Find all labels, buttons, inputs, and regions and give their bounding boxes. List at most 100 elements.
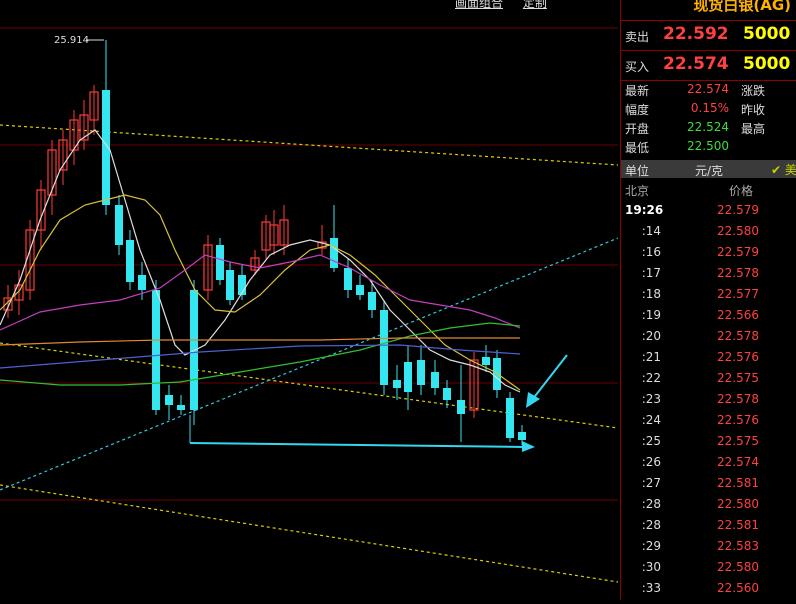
tick-time: :17 <box>641 266 661 280</box>
candle-body <box>431 372 439 388</box>
unit-label: 单位 <box>625 164 650 178</box>
tick-price: 22.578 <box>717 329 759 343</box>
tick-header-price: 价格 <box>729 184 754 198</box>
trendline-cyan <box>0 237 619 491</box>
stat-low: 最低 22.500 <box>621 137 796 155</box>
candle-body <box>216 245 224 280</box>
candle-body <box>344 268 352 290</box>
candle-body <box>443 388 451 400</box>
tick-time: :19 <box>641 308 661 322</box>
tick-time: :29 <box>641 539 661 553</box>
candle-body <box>506 398 514 438</box>
candle-body <box>138 275 146 290</box>
buy-row[interactable]: 买入 22.574 5000 <box>621 52 796 78</box>
stat-label-2: 昨收 <box>741 103 766 117</box>
tick-row: :29 22.583 <box>621 536 796 558</box>
tick-time: :22 <box>641 371 661 385</box>
tick-price: 22.575 <box>717 371 759 385</box>
candle-body <box>368 292 376 310</box>
high-value-label: 25.914 <box>54 35 89 46</box>
stat-label-2: 最高 <box>741 122 766 136</box>
tick-row: :27 22.581 <box>621 473 796 495</box>
divider <box>621 50 796 51</box>
chart-canvas: 25.914 <box>0 27 619 583</box>
sell-label: 卖出 <box>625 30 650 44</box>
tick-price: 22.577 <box>717 287 759 301</box>
candle-body <box>417 360 425 385</box>
tick-row: :30 22.580 <box>621 557 796 579</box>
buy-volume: 5000 <box>743 54 791 74</box>
tick-time: :16 <box>641 245 661 259</box>
tick-price: 22.581 <box>717 476 759 490</box>
tick-row: :28 22.580 <box>621 494 796 516</box>
stat-value: 22.500 <box>687 139 729 153</box>
tick-time: :30 <box>641 560 661 574</box>
support-arrow-head <box>522 441 535 452</box>
tick-header-time: 北京 <box>625 184 650 198</box>
stat-value: 22.574 <box>687 82 729 96</box>
instrument-title: 现货白银(AG) <box>693 0 791 14</box>
candle-body <box>115 205 123 245</box>
tick-time: :26 <box>641 455 661 469</box>
candle-body <box>356 285 364 295</box>
buy-price: 22.574 <box>663 54 729 74</box>
pointer-arrow-head <box>526 392 540 408</box>
tick-time: :24 <box>641 413 661 427</box>
candle-body <box>482 357 490 365</box>
tick-price: 22.579 <box>717 203 759 217</box>
stat-label: 开盘 <box>625 122 650 136</box>
tick-time: :28 <box>641 497 661 511</box>
tick-time: :23 <box>641 392 661 406</box>
stat-label: 最低 <box>625 141 650 155</box>
candle-body <box>393 380 401 388</box>
tick-price: 22.580 <box>717 560 759 574</box>
tick-row: :16 22.579 <box>621 242 796 264</box>
stat-label: 最新 <box>625 84 650 98</box>
unit-row: 单位 元/克 ✔ 美 <box>621 160 796 178</box>
candle-body <box>126 240 134 282</box>
sell-row[interactable]: 卖出 22.592 5000 <box>621 22 796 48</box>
custom-link[interactable]: 定制 <box>523 0 547 10</box>
tick-time: :33 <box>641 581 661 595</box>
candlestick-chart[interactable]: 25.914 画面组合 定制 <box>0 0 619 600</box>
candle-body <box>380 310 388 385</box>
ma-line-white <box>0 129 521 393</box>
tick-row: :19 22.566 <box>621 305 796 327</box>
tick-row: :14 22.580 <box>621 221 796 243</box>
candle-body <box>404 362 412 392</box>
tick-price: 22.575 <box>717 434 759 448</box>
tick-header: 北京 价格 <box>621 180 796 198</box>
tick-time: 19:26 <box>625 203 664 217</box>
tick-row: 19:26 22.579 <box>621 200 796 222</box>
tick-time: :21 <box>641 350 661 364</box>
tick-price: 22.580 <box>717 224 759 238</box>
tick-price: 22.574 <box>717 455 759 469</box>
stat-value: 0.15% <box>690 101 729 115</box>
candle-body <box>177 405 185 410</box>
tick-row: :21 22.576 <box>621 347 796 369</box>
tick-price: 22.578 <box>717 266 759 280</box>
chart-top-links: 画面组合 定制 <box>455 0 563 11</box>
tick-row: :18 22.577 <box>621 284 796 306</box>
stat-label: 幅度 <box>625 103 650 117</box>
candle-body <box>518 432 526 440</box>
stat-value: 22.524 <box>687 120 729 134</box>
currency-toggle[interactable]: ✔ 美 <box>771 161 796 178</box>
stat-open: 开盘 22.524 最高 <box>621 118 796 136</box>
tick-row: :22 22.575 <box>621 368 796 390</box>
tick-price: 22.579 <box>717 245 759 259</box>
unit-value: 元/克 <box>695 164 724 178</box>
tick-price: 22.576 <box>717 350 759 364</box>
candle-body <box>330 238 338 268</box>
sell-volume: 5000 <box>743 24 791 44</box>
tick-row: :24 22.576 <box>621 410 796 432</box>
tick-price: 22.560 <box>717 581 759 595</box>
tick-time: :18 <box>641 287 661 301</box>
tick-price: 22.580 <box>717 497 759 511</box>
layout-link[interactable]: 画面组合 <box>455 0 503 10</box>
buy-label: 买入 <box>625 60 650 74</box>
stat-latest: 最新 22.574 涨跌 <box>621 80 796 98</box>
tick-row: :25 22.575 <box>621 431 796 453</box>
candle-body <box>165 395 173 405</box>
quote-panel: 现货白银(AG) 卖出 22.592 5000 买入 22.574 5000 最… <box>620 0 796 600</box>
